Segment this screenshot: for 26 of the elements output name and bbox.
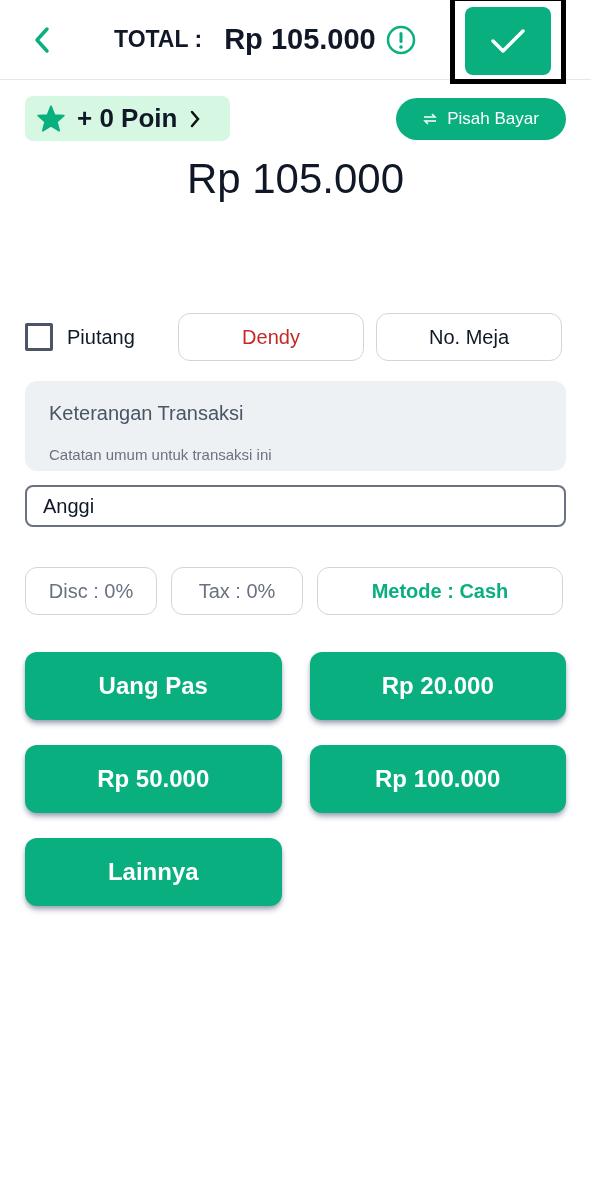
customer-button[interactable]: Dendy (178, 313, 364, 361)
payment-amount: Rp 105.000 (185, 154, 406, 204)
points-button[interactable]: + 0 Poin (25, 96, 230, 141)
note-field[interactable]: Catatan umum untuk transaksi ini (49, 445, 529, 465)
cash-amount-button[interactable]: Rp 100.000 (309, 745, 566, 813)
piutang-checkbox[interactable] (25, 323, 53, 351)
check-icon (490, 26, 526, 55)
info-icon[interactable] (385, 24, 416, 55)
total-amount: Rp 105.000 (224, 21, 376, 57)
cash-amount-button[interactable]: Lainnya (25, 838, 282, 906)
cash-amount-button[interactable]: Rp 50.000 (25, 745, 282, 813)
name-field[interactable]: Anggi (25, 485, 566, 527)
chevron-right-icon (189, 108, 202, 129)
cash-amount-button[interactable]: Uang Pas (25, 652, 282, 720)
total-label: TOTAL : (114, 25, 203, 55)
option-button[interactable]: Disc : 0% (25, 567, 157, 615)
table-number-button[interactable]: No. Meja (376, 313, 562, 361)
split-bill-button[interactable]: Pisah Bayar (396, 97, 566, 140)
piutang-label: Piutang (67, 325, 135, 350)
star-icon (37, 105, 65, 132)
swap-icon (423, 112, 438, 125)
option-button[interactable]: Metode : Cash (317, 567, 563, 615)
option-button[interactable]: Tax : 0% (171, 567, 303, 615)
confirm-button[interactable] (465, 6, 551, 75)
cash-amount-button[interactable]: Rp 20.000 (309, 652, 566, 720)
note-label: Keterangan Transaksi (49, 401, 245, 425)
